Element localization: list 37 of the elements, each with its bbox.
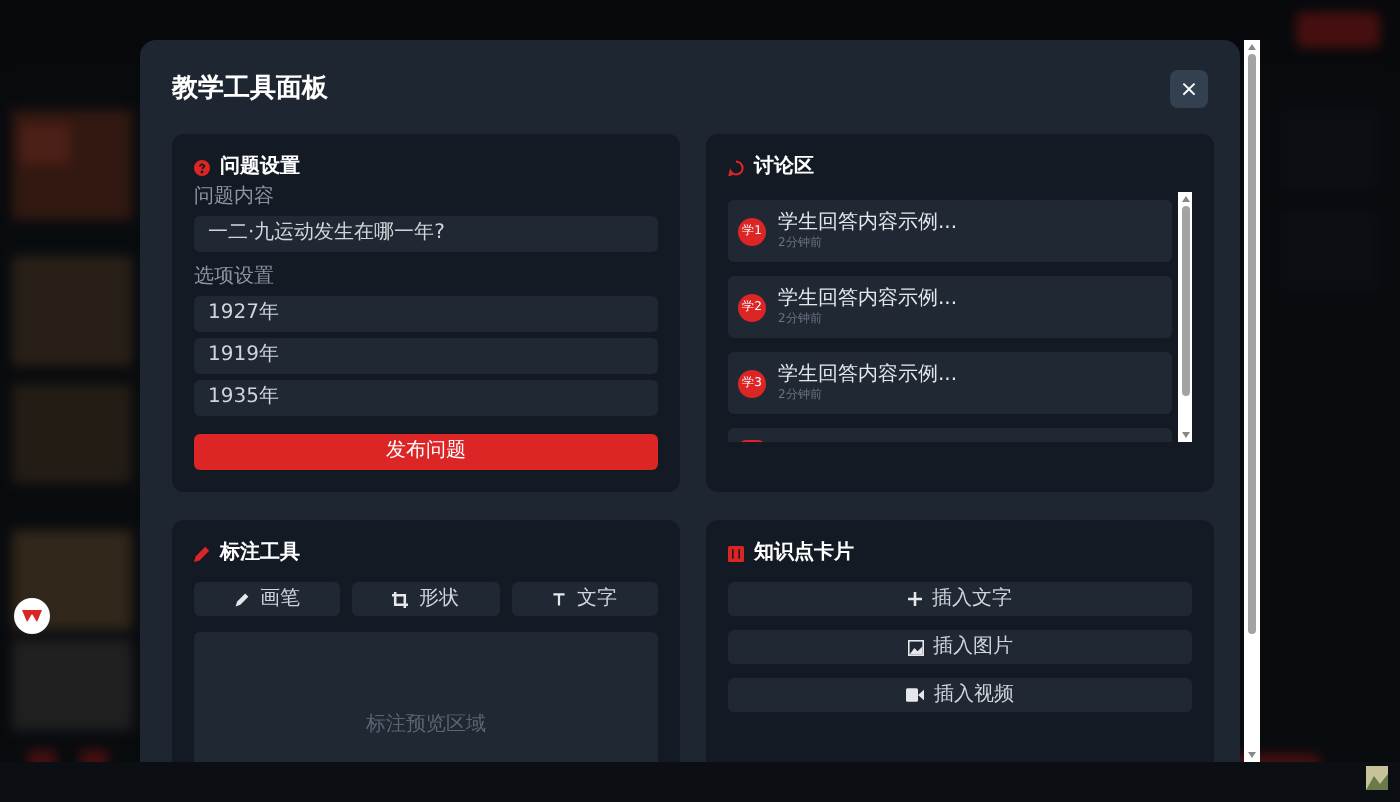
crop-icon	[392, 591, 409, 607]
insert-button[interactable]: 插入视频	[728, 678, 1192, 712]
option-input[interactable]: 1927年	[194, 296, 658, 332]
thumbnail-icon[interactable]	[1366, 766, 1388, 790]
answer-text: 学生回答内容示例...	[778, 289, 958, 309]
section-title: 讨论区	[754, 158, 814, 178]
text-icon	[552, 591, 567, 607]
insert-button[interactable]: 插入图片	[728, 630, 1192, 664]
publish-button[interactable]: 发布问题	[194, 434, 658, 470]
pencil-icon	[234, 591, 251, 607]
section-title: 知识点卡片	[754, 544, 854, 564]
question-input[interactable]: 一二·九运动发生在哪一年?	[194, 216, 658, 252]
scrollbar[interactable]	[1178, 192, 1192, 442]
insert-button[interactable]: 插入文字	[728, 582, 1192, 616]
tool-button[interactable]: 形状	[352, 582, 500, 616]
option-input[interactable]: 1935年	[194, 380, 658, 416]
modal-scrollbar[interactable]	[1244, 40, 1260, 762]
card-icon	[728, 546, 744, 562]
tool-button[interactable]: 画笔	[194, 582, 341, 616]
answer-text: 学生回答内容示例...	[778, 365, 958, 385]
image-icon	[907, 639, 923, 655]
pencil-icon	[194, 546, 210, 562]
question-icon	[194, 160, 210, 176]
answer-text: 学生回答内容示例...	[778, 213, 958, 233]
plus-icon	[908, 592, 922, 606]
field-label: 问题内容	[194, 188, 276, 212]
option-input[interactable]: 1919年	[194, 338, 658, 374]
chat-bubble-icon	[728, 160, 744, 176]
field-label: 选项设置	[194, 268, 276, 292]
preview-placeholder: 标注预览区域	[366, 716, 486, 736]
section-title: 问题设置	[220, 158, 300, 178]
tool-button[interactable]: 文字	[511, 582, 658, 616]
modal-title: 教学工具面板	[172, 71, 328, 108]
logo-icon	[22, 608, 42, 624]
section-title: 标注工具	[220, 544, 300, 564]
close-button[interactable]: ×	[1170, 70, 1208, 108]
video-icon	[906, 688, 924, 702]
